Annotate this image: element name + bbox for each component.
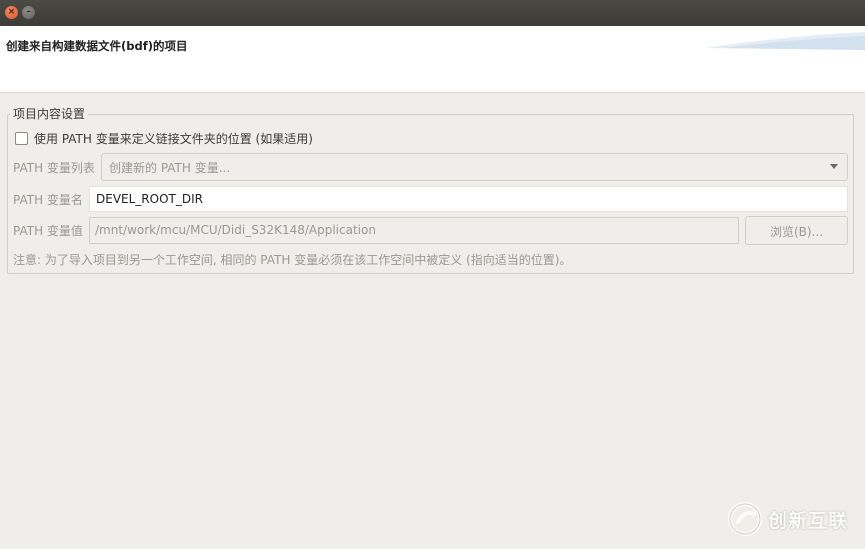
use-path-variable-row[interactable]: 使用 PATH 变量来定义链接文件夹的位置 (如果适用) [15, 130, 313, 147]
header-banner: 创建来自构建数据文件(bdf)的项目 [0, 26, 865, 93]
close-button[interactable]: × [5, 6, 18, 19]
group-legend: 项目内容设置 [10, 105, 89, 122]
watermark: 创新互联 [728, 502, 848, 536]
dialog-window: × – 创建来自构建数据文件(bdf)的项目 项目内容设置 使用 PATH 变量… [0, 0, 865, 549]
path-variable-list-select[interactable]: 创建新的 PATH 变量... [101, 153, 848, 181]
use-path-variable-checkbox[interactable] [15, 132, 28, 145]
path-value-label: PATH 变量值 [13, 224, 83, 238]
page-title: 创建来自构建数据文件(bdf)的项目 [6, 39, 188, 53]
watermark-logo-icon [728, 502, 762, 536]
use-path-variable-label[interactable]: 使用 PATH 变量来定义链接文件夹的位置 (如果适用) [34, 130, 313, 147]
path-name-label: PATH 变量名 [13, 193, 83, 207]
path-variable-value-text: /mnt/work/mcu/MCU/Didi_S32K148/Applicati… [95, 223, 376, 237]
path-variable-name-value: DEVEL_ROOT_DIR [96, 192, 203, 206]
minimize-button[interactable]: – [22, 6, 35, 19]
path-variable-list-value: 创建新的 PATH 变量... [109, 161, 231, 175]
banner-decoration-icon [705, 32, 865, 50]
note-text: 注意: 为了导入项目到另一个工作空间, 相同的 PATH 变量必须在该工作空间中… [13, 253, 572, 267]
browse-button-label: 浏览(B)... [769, 225, 824, 239]
project-content-settings-group: 项目内容设置 使用 PATH 变量来定义链接文件夹的位置 (如果适用) PATH… [7, 105, 854, 274]
path-variable-value-input[interactable]: /mnt/work/mcu/MCU/Didi_S32K148/Applicati… [89, 217, 739, 244]
path-variable-name-input[interactable]: DEVEL_ROOT_DIR [89, 186, 848, 212]
title-bar: × – [0, 0, 865, 26]
watermark-text: 创新互联 [768, 509, 849, 532]
chevron-down-icon[interactable] [830, 164, 838, 169]
path-list-label: PATH 变量列表 [13, 161, 95, 175]
browse-button[interactable]: 浏览(B)... [745, 216, 848, 245]
